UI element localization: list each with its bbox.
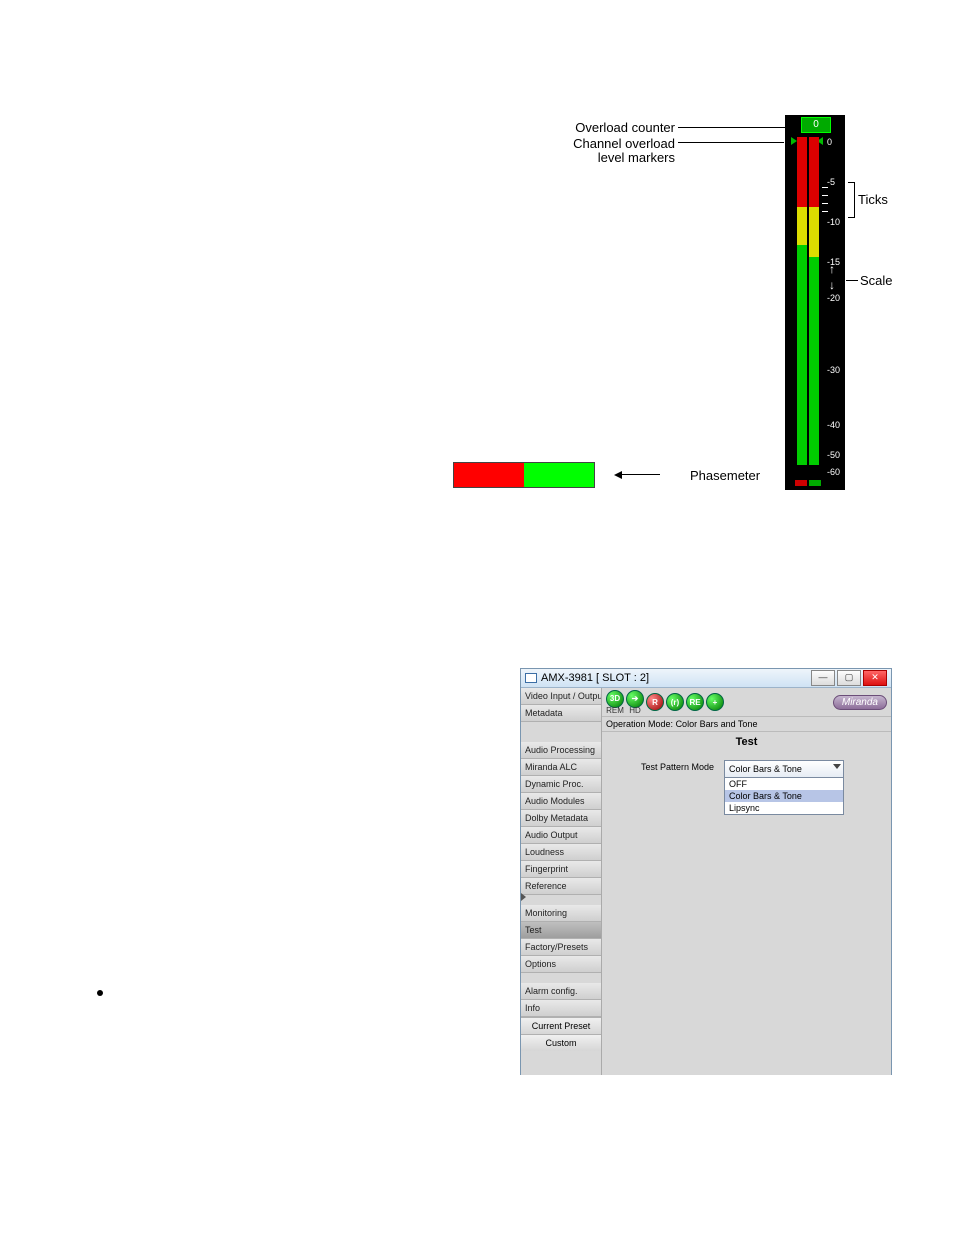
tick-mark: [822, 195, 828, 196]
sidebar-arrow-icon: [521, 893, 526, 901]
tick-40: -40: [827, 420, 840, 430]
brand-badge: Miranda: [833, 695, 887, 710]
tick-5: -5: [827, 177, 835, 187]
maximize-button[interactable]: ▢: [837, 670, 861, 686]
test-pattern-mode-dropdown: OFF Color Bars & Tone Lipsync: [724, 778, 844, 815]
label-ticks: Ticks: [858, 192, 888, 207]
sidebar-item-audio-output[interactable]: Audio Output: [521, 827, 601, 844]
vu-bottom-red: [795, 480, 807, 486]
dropdown-item-off[interactable]: OFF: [725, 778, 843, 790]
sidebar-item-alarm-config[interactable]: Alarm config.: [521, 983, 601, 1000]
main-panel: 3D REM ➔ HD R (r) RE + Miranda Operation…: [602, 688, 891, 1075]
scale-arrow-up-icon: ↑: [829, 265, 835, 273]
tick-30: -30: [827, 365, 840, 375]
tick-10: -10: [827, 217, 840, 227]
tick-mark: [822, 187, 828, 188]
status-icon-r[interactable]: R: [646, 693, 664, 711]
sidebar-item-video-io[interactable]: Video Input / Output: [521, 688, 601, 705]
status-icon-row: 3D REM ➔ HD R (r) RE + Miranda: [602, 688, 891, 717]
tick-20: -20: [827, 293, 840, 303]
sidebar-item-reference[interactable]: Reference: [521, 878, 601, 895]
sidebar: Video Input / Output Metadata Audio Proc…: [521, 688, 602, 1075]
app-icon: [525, 673, 537, 683]
test-pattern-mode-label: Test Pattern Mode: [614, 760, 714, 772]
sidebar-item-fingerprint[interactable]: Fingerprint: [521, 861, 601, 878]
status-sub-hd: HD: [629, 706, 641, 715]
panel-title: Test: [602, 732, 891, 752]
sidebar-item-test[interactable]: Test: [521, 922, 601, 939]
operation-mode-row: Operation Mode: Color Bars and Tone: [602, 717, 891, 732]
dropdown-item-color-bars-tone[interactable]: Color Bars & Tone: [725, 790, 843, 802]
sidebar-item-metadata[interactable]: Metadata: [521, 705, 601, 722]
sidebar-item-audio-processing[interactable]: Audio Processing: [521, 742, 601, 759]
close-button[interactable]: ✕: [863, 670, 887, 686]
sidebar-item-monitoring[interactable]: Monitoring: [521, 905, 601, 922]
vu-bottom-green: [809, 480, 821, 486]
status-icon-re[interactable]: RE: [686, 693, 704, 711]
titlebar[interactable]: AMX-3981 [ SLOT : 2] — ▢ ✕: [521, 669, 891, 688]
sidebar-item-miranda-alc[interactable]: Miranda ALC: [521, 759, 601, 776]
amx-window: AMX-3981 [ SLOT : 2] — ▢ ✕ Video Input /…: [520, 668, 892, 1075]
label-phasemeter: Phasemeter: [690, 468, 760, 483]
sidebar-item-audio-modules[interactable]: Audio Modules: [521, 793, 601, 810]
ticks-brace: [848, 182, 855, 218]
opmode-value: Color Bars and Tone: [676, 719, 758, 729]
tick-0: 0: [827, 137, 832, 147]
tick-50: -50: [827, 450, 840, 460]
phasemeter-bar: [453, 462, 595, 488]
opmode-label: Operation Mode:: [606, 719, 673, 729]
overload-counter: 0: [801, 117, 831, 133]
sidebar-item-options[interactable]: Options: [521, 956, 601, 973]
annot-line: [846, 280, 858, 281]
minimize-button[interactable]: —: [811, 670, 835, 686]
window-title: AMX-3981 [ SLOT : 2]: [541, 672, 811, 684]
phasemeter-arrow-icon: [620, 474, 660, 475]
current-preset-label: Current Preset: [521, 1017, 601, 1034]
status-sub-rem: REM: [606, 706, 624, 715]
bullet-icon: [97, 990, 103, 996]
tick-mark: [822, 203, 828, 204]
sidebar-item-info[interactable]: Info: [521, 1000, 601, 1017]
label-level-markers: level markers: [595, 150, 675, 165]
status-icon-plus[interactable]: +: [706, 693, 724, 711]
label-scale: Scale: [860, 273, 893, 288]
label-overload-counter: Overload counter: [565, 120, 675, 135]
sidebar-item-dolby-metadata[interactable]: Dolby Metadata: [521, 810, 601, 827]
sidebar-item-factory-presets[interactable]: Factory/Presets: [521, 939, 601, 956]
sidebar-item-dynamic-proc[interactable]: Dynamic Proc.: [521, 776, 601, 793]
tick-mark: [822, 211, 828, 212]
scale-arrow-down-icon: ↓: [829, 281, 835, 289]
test-pattern-mode-combo[interactable]: Color Bars & Tone: [724, 760, 844, 778]
annot-line: [678, 127, 788, 128]
status-icon-ref[interactable]: (r): [666, 693, 684, 711]
label-channel-overload: Channel overload: [565, 136, 675, 151]
dropdown-item-lipsync[interactable]: Lipsync: [725, 802, 843, 814]
combo-value: Color Bars & Tone: [729, 764, 802, 774]
chevron-down-icon: [833, 764, 841, 769]
current-preset-value: Custom: [521, 1034, 601, 1051]
sidebar-item-loudness[interactable]: Loudness: [521, 844, 601, 861]
annot-line: [678, 142, 784, 143]
tick-60: -60: [827, 467, 840, 477]
